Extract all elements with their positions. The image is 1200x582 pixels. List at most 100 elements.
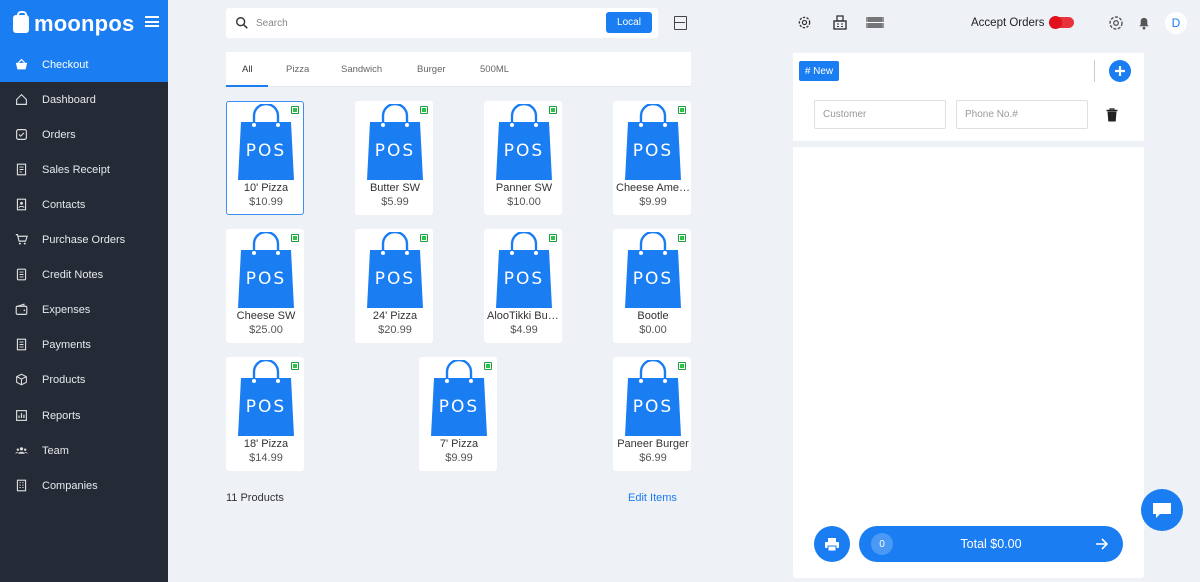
veg-badge-icon — [678, 234, 686, 242]
sidebar-item-purchase-orders[interactable]: Purchase Orders — [0, 222, 168, 257]
tab-500ml[interactable]: 500ML — [480, 64, 509, 75]
tab-all[interactable]: All — [242, 64, 253, 75]
phone-input[interactable] — [956, 100, 1088, 129]
plus-icon — [1115, 66, 1125, 76]
product-name: 10' Pizza — [243, 182, 289, 194]
bell-icon[interactable] — [1137, 15, 1151, 30]
contacts-icon — [14, 198, 28, 212]
product-card[interactable]: POS Bootle $0.00 — [613, 229, 691, 343]
new-order-button[interactable]: # New — [799, 61, 839, 81]
print-button[interactable] — [814, 526, 850, 562]
product-card[interactable]: POS Cheese SW $25.00 — [226, 229, 304, 343]
sidebar-item-checkout[interactable]: Checkout — [0, 47, 168, 82]
total-amount: Total $0.00 — [960, 537, 1022, 551]
building-icon — [14, 479, 28, 493]
category-tabs: All Pizza Sandwich Burger 500ML — [226, 52, 691, 87]
checkout-total-button[interactable]: 0 Total $0.00 — [859, 526, 1123, 562]
product-price: $25.00 — [249, 324, 283, 336]
veg-badge-icon — [549, 234, 557, 242]
divider — [1094, 60, 1095, 82]
product-price: $5.99 — [381, 196, 409, 208]
hamburger-menu-icon[interactable] — [145, 16, 159, 27]
sidebar-item-dashboard[interactable]: Dashboard — [0, 82, 168, 117]
veg-badge-icon — [420, 106, 428, 114]
customer-input[interactable] — [814, 100, 946, 129]
veg-badge-icon — [678, 106, 686, 114]
sidebar-item-label: Purchase Orders — [42, 233, 126, 246]
active-tab-indicator — [226, 85, 268, 87]
veg-badge-icon — [484, 362, 492, 370]
product-card[interactable]: POS Cheese American $9.99 — [613, 101, 692, 215]
cart-icon — [14, 233, 28, 247]
pos-bag-icon: POS — [367, 104, 423, 180]
cart-panel: # New 0 Total $0.00 — [793, 53, 1144, 578]
product-card[interactable]: POS 18' Pizza $14.99 — [226, 357, 304, 471]
sidebar-item-contacts[interactable]: Contacts — [0, 187, 168, 222]
veg-badge-icon — [291, 234, 299, 242]
settings-cog-icon[interactable] — [797, 15, 812, 30]
product-name: AlooTikki Burger — [487, 310, 563, 322]
product-card[interactable]: POS 10' Pizza $10.99 — [226, 101, 304, 215]
svg-text:POS: POS — [439, 397, 479, 417]
pos-bag-icon: POS — [625, 232, 681, 308]
chat-support-button[interactable] — [1141, 489, 1183, 531]
product-card[interactable]: POS AlooTikki Burger $4.99 — [484, 229, 563, 343]
product-card[interactable]: POS Paneer Burger $6.99 — [613, 357, 691, 471]
sidebar-item-label: Expenses — [42, 303, 91, 316]
sidebar-item-team[interactable]: Team — [0, 433, 168, 468]
svg-text:POS: POS — [375, 269, 415, 289]
sidebar-item-reports[interactable]: Reports — [0, 398, 168, 433]
layout-toggle-icon[interactable] — [674, 16, 687, 30]
product-name: Panner SW — [495, 182, 553, 194]
sidebar: moonpos Checkout Dashboard Orders Sales … — [0, 0, 168, 582]
accept-orders-toggle[interactable] — [1049, 16, 1074, 29]
note-icon — [14, 268, 28, 282]
product-card[interactable]: POS 24' Pizza $20.99 — [355, 229, 433, 343]
svg-text:POS: POS — [504, 269, 544, 289]
local-search-button[interactable]: Local — [606, 12, 652, 33]
pos-bag-icon: POS — [238, 360, 294, 436]
sidebar-item-credit-notes[interactable]: Credit Notes — [0, 257, 168, 292]
cash-register-icon[interactable] — [832, 14, 848, 30]
pos-bag-icon: POS — [238, 232, 294, 308]
tab-pizza[interactable]: Pizza — [286, 64, 309, 75]
cart-separator — [793, 141, 1144, 147]
pos-bag-icon: POS — [238, 104, 294, 180]
pos-bag-icon: POS — [431, 360, 487, 436]
home-icon — [14, 93, 28, 107]
tab-sandwich[interactable]: Sandwich — [341, 64, 382, 75]
pos-bag-icon: POS — [625, 104, 681, 180]
sidebar-item-expenses[interactable]: Expenses — [0, 292, 168, 327]
product-name: Cheese American — [616, 182, 692, 194]
brand-name: moonpos — [34, 10, 135, 36]
search-input[interactable] — [256, 15, 556, 31]
edit-items-link[interactable]: Edit Items — [628, 492, 677, 504]
add-order-button[interactable] — [1109, 60, 1131, 82]
gear-icon[interactable] — [1108, 15, 1124, 31]
sidebar-item-label: Sales Receipt — [42, 163, 110, 176]
product-name: Paneer Burger — [617, 438, 689, 450]
product-name: Cheese SW — [236, 310, 296, 322]
sidebar-item-label: Payments — [42, 338, 91, 351]
trash-icon[interactable] — [1106, 108, 1118, 122]
sidebar-item-payments[interactable]: Payments — [0, 327, 168, 362]
tab-burger[interactable]: Burger — [417, 64, 446, 75]
barcode-icon[interactable] — [866, 15, 884, 30]
veg-badge-icon — [420, 234, 428, 242]
sidebar-item-sales-receipt[interactable]: Sales Receipt — [0, 152, 168, 187]
payments-icon — [14, 338, 28, 352]
avatar[interactable]: D — [1165, 12, 1187, 34]
product-card[interactable]: POS 7' Pizza $9.99 — [419, 357, 497, 471]
pos-bag-icon: POS — [496, 232, 552, 308]
sidebar-item-products[interactable]: Products — [0, 362, 168, 397]
veg-badge-icon — [549, 106, 557, 114]
check-square-icon — [14, 128, 28, 142]
sidebar-item-companies[interactable]: Companies — [0, 468, 168, 503]
product-card[interactable]: POS Panner SW $10.00 — [484, 101, 562, 215]
product-price: $0.00 — [639, 324, 667, 336]
product-price: $20.99 — [378, 324, 412, 336]
sidebar-item-label: Team — [42, 444, 69, 457]
sidebar-item-orders[interactable]: Orders — [0, 117, 168, 152]
wallet-icon — [14, 303, 28, 317]
product-card[interactable]: POS Butter SW $5.99 — [355, 101, 433, 215]
